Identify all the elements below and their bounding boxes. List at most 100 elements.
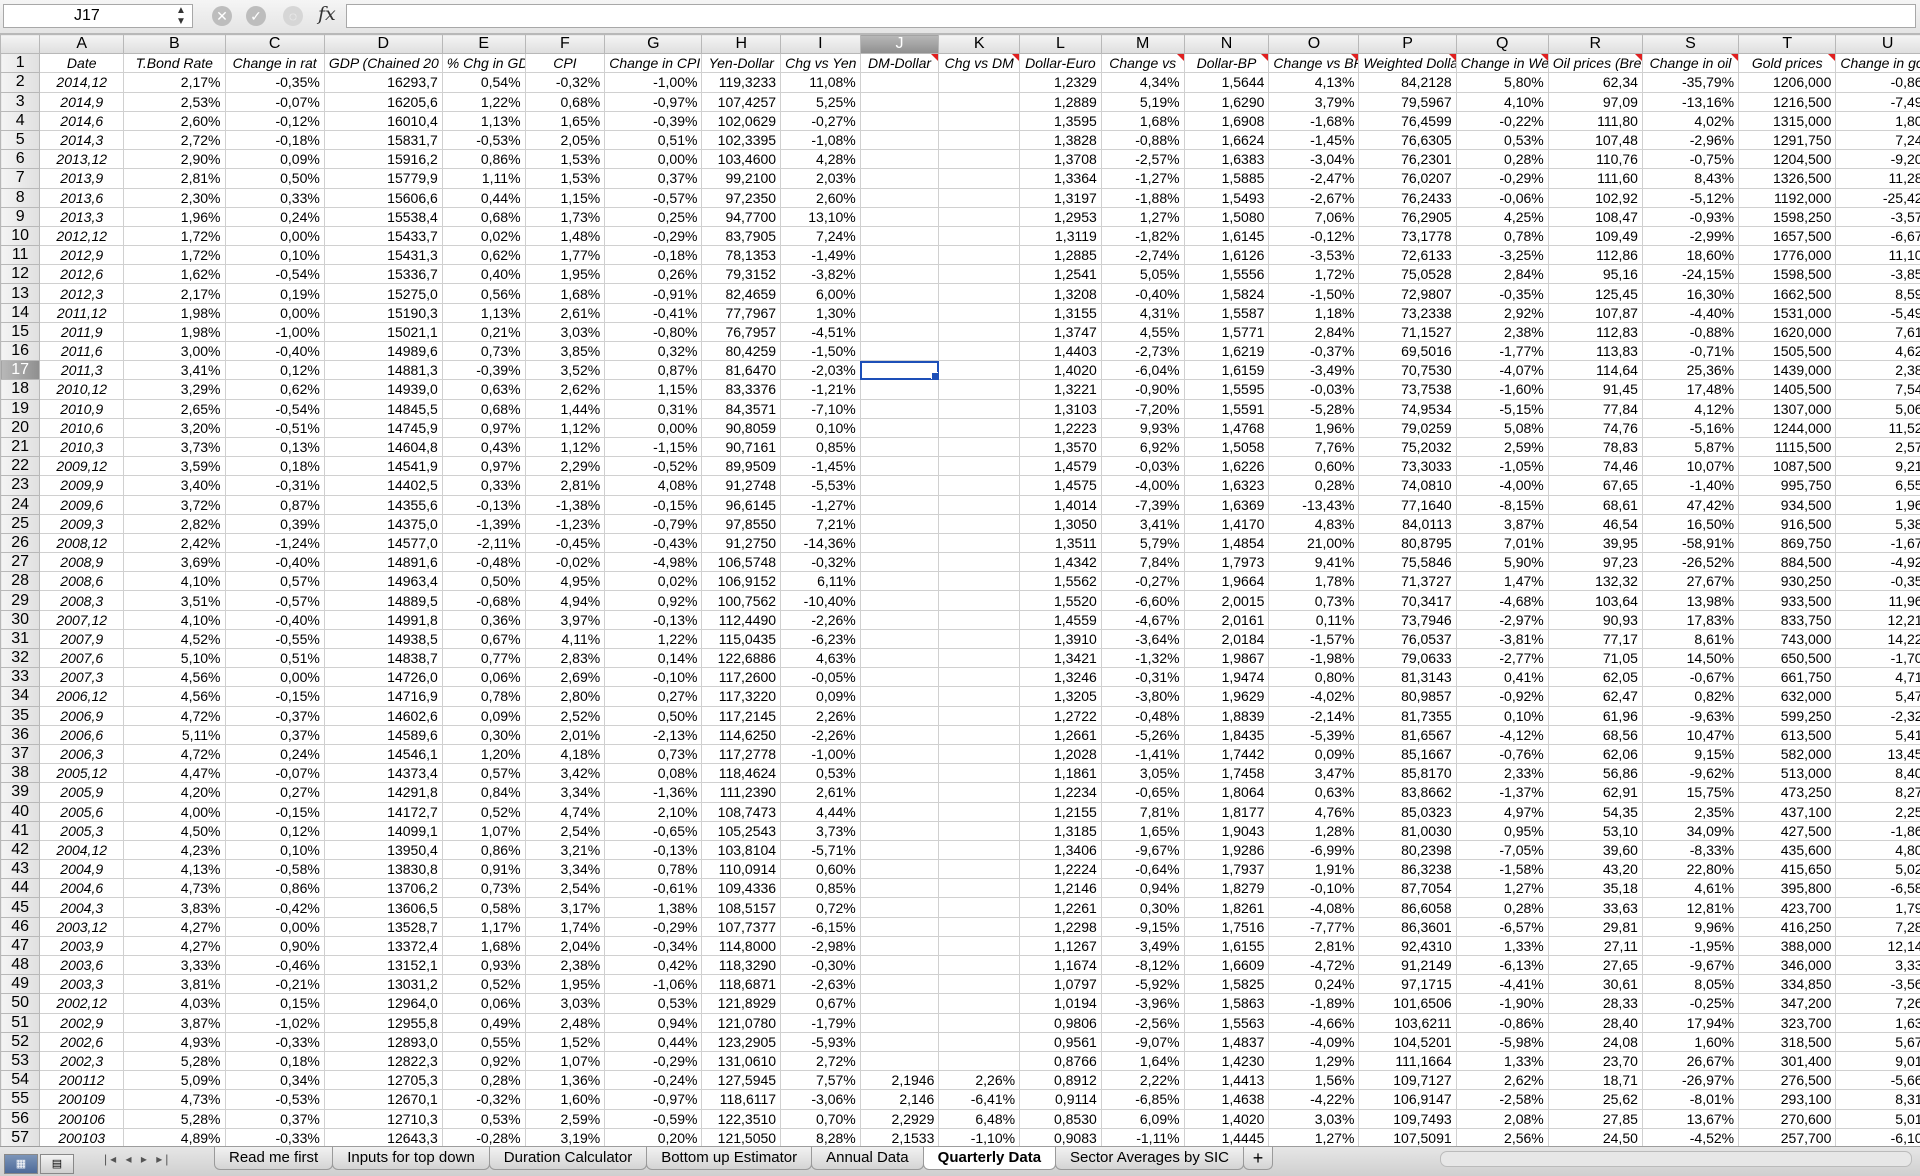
- cell[interactable]: -0,97%: [605, 92, 702, 111]
- cell[interactable]: [860, 495, 939, 514]
- row-header[interactable]: 44: [1, 879, 40, 898]
- cell[interactable]: 0,51%: [225, 649, 324, 668]
- cell[interactable]: 1,07%: [442, 821, 525, 840]
- cell[interactable]: 1,5863: [1184, 994, 1269, 1013]
- cell[interactable]: 346,000: [1739, 956, 1836, 975]
- cell[interactable]: 1,5771: [1184, 322, 1269, 341]
- cell[interactable]: 85,1667: [1359, 744, 1456, 763]
- cell[interactable]: -0,64%: [1101, 860, 1184, 879]
- cell[interactable]: [860, 322, 939, 341]
- cell[interactable]: -35,79%: [1642, 73, 1738, 92]
- cell[interactable]: 5,47%: [1836, 687, 1920, 706]
- cell[interactable]: 113,83: [1548, 342, 1642, 361]
- cell[interactable]: 0,24%: [225, 207, 324, 226]
- cell[interactable]: [939, 246, 1020, 265]
- cell[interactable]: 117,2145: [702, 706, 781, 725]
- cell[interactable]: -2,99%: [1642, 226, 1738, 245]
- cell[interactable]: 0,40%: [442, 265, 525, 284]
- cell[interactable]: 0,73%: [1269, 591, 1359, 610]
- cell[interactable]: 127,5945: [702, 1071, 781, 1090]
- cell[interactable]: [939, 668, 1020, 687]
- cell[interactable]: 1620,000: [1739, 322, 1836, 341]
- cell[interactable]: 3,97%: [525, 610, 605, 629]
- cell[interactable]: 4,63%: [781, 649, 861, 668]
- cell[interactable]: 1,73%: [525, 207, 605, 226]
- cell[interactable]: 0,70%: [781, 1109, 861, 1128]
- cell[interactable]: 0,53%: [605, 994, 702, 1013]
- header-cell[interactable]: Yen-Dollar: [702, 54, 781, 73]
- cell[interactable]: 2005,6: [40, 802, 124, 821]
- cell[interactable]: [939, 399, 1020, 418]
- cell[interactable]: 513,000: [1739, 764, 1836, 783]
- cell[interactable]: -0,42%: [225, 898, 324, 917]
- cell[interactable]: 1,4413: [1184, 1071, 1269, 1090]
- row-header[interactable]: 13: [1, 284, 40, 303]
- cell[interactable]: 111,2390: [702, 783, 781, 802]
- cell[interactable]: 1,11%: [442, 169, 525, 188]
- cell[interactable]: [860, 898, 939, 917]
- cell[interactable]: 8,43%: [1642, 169, 1738, 188]
- row-header[interactable]: 12: [1, 265, 40, 284]
- cell[interactable]: 0,37%: [225, 1109, 324, 1128]
- cell[interactable]: 1,6290: [1184, 92, 1269, 111]
- cell[interactable]: -0,37%: [225, 706, 324, 725]
- cell[interactable]: 15538,4: [324, 207, 442, 226]
- cell[interactable]: 107,7377: [702, 917, 781, 936]
- cell[interactable]: [860, 188, 939, 207]
- cell[interactable]: 81,3143: [1359, 668, 1456, 687]
- cell[interactable]: 0,8912: [1020, 1071, 1102, 1090]
- cell[interactable]: 15190,3: [324, 303, 442, 322]
- cell[interactable]: 79,5967: [1359, 92, 1456, 111]
- cell[interactable]: -3,04%: [1269, 150, 1359, 169]
- cell[interactable]: 9,15%: [1642, 744, 1738, 763]
- cell[interactable]: -3,81%: [1456, 629, 1548, 648]
- cell[interactable]: 83,8662: [1359, 783, 1456, 802]
- cell[interactable]: -2,03%: [781, 361, 861, 380]
- cell[interactable]: 388,000: [1739, 936, 1836, 955]
- cell[interactable]: 1405,500: [1739, 380, 1836, 399]
- cell[interactable]: 1,8435: [1184, 725, 1269, 744]
- cell[interactable]: 2,26%: [939, 1071, 1020, 1090]
- cell[interactable]: [939, 514, 1020, 533]
- cell[interactable]: -2,11%: [442, 533, 525, 552]
- cell[interactable]: 117,2778: [702, 744, 781, 763]
- cell[interactable]: [939, 361, 1020, 380]
- cell[interactable]: 0,84%: [442, 783, 525, 802]
- column-header-i[interactable]: I: [781, 35, 861, 54]
- cell[interactable]: 8,40%: [1836, 764, 1920, 783]
- cell[interactable]: 117,2600: [702, 668, 781, 687]
- cell[interactable]: 4,83%: [1269, 514, 1359, 533]
- cell[interactable]: [860, 936, 939, 955]
- cell[interactable]: 1,95%: [525, 265, 605, 284]
- cell[interactable]: [860, 533, 939, 552]
- cell[interactable]: 5,87%: [1642, 437, 1738, 456]
- cell[interactable]: 46,54: [1548, 514, 1642, 533]
- cell[interactable]: 1,6369: [1184, 495, 1269, 514]
- row-header[interactable]: 18: [1, 380, 40, 399]
- cell[interactable]: 1598,500: [1739, 265, 1836, 284]
- cell[interactable]: 1,1267: [1020, 936, 1102, 955]
- cell[interactable]: 0,9083: [1020, 1128, 1102, 1146]
- cell[interactable]: 2013,12: [40, 150, 124, 169]
- row-header[interactable]: 23: [1, 476, 40, 495]
- cell[interactable]: 1206,000: [1739, 73, 1836, 92]
- cell[interactable]: 0,78%: [605, 860, 702, 879]
- cell[interactable]: 416,250: [1739, 917, 1836, 936]
- cell[interactable]: 2011,9: [40, 322, 124, 341]
- cell[interactable]: 121,0780: [702, 1013, 781, 1032]
- cell[interactable]: [860, 246, 939, 265]
- cell[interactable]: 35,18: [1548, 879, 1642, 898]
- cell[interactable]: 81,7355: [1359, 706, 1456, 725]
- cell[interactable]: -7,10%: [781, 399, 861, 418]
- row-header[interactable]: 56: [1, 1109, 40, 1128]
- cell[interactable]: 114,8000: [702, 936, 781, 955]
- cell[interactable]: [939, 553, 1020, 572]
- cell[interactable]: 111,1664: [1359, 1051, 1456, 1070]
- cell[interactable]: -3,25%: [1456, 246, 1548, 265]
- cell[interactable]: 1,6226: [1184, 457, 1269, 476]
- cell[interactable]: 1,65%: [1101, 821, 1184, 840]
- cell[interactable]: -2,26%: [781, 610, 861, 629]
- cell[interactable]: 5,19%: [1101, 92, 1184, 111]
- cell[interactable]: -4,12%: [1456, 725, 1548, 744]
- cell[interactable]: 1,5556: [1184, 265, 1269, 284]
